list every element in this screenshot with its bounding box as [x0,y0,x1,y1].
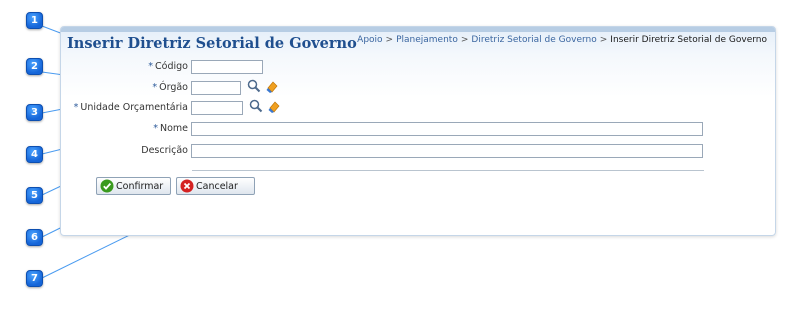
cancelar-button[interactable]: Cancelar [176,177,255,195]
orgao-label: * Órgão [152,82,188,93]
eraser-icon[interactable] [265,80,279,94]
unidade-input[interactable] [191,101,243,115]
breadcrumb: Apoio > Planejamento > Diretriz Setorial de … [357,35,767,45]
form-panel: Inserir Diretriz Setorial de Governo Apo… [60,26,776,236]
form-separator [192,170,704,171]
codigo-label: * Código [148,61,188,72]
required-mark: * [73,102,79,113]
breadcrumb-separator: > [460,35,469,45]
nome-input[interactable] [191,122,703,136]
confirmar-label: Confirmar [116,180,164,192]
callout-4: 4 [26,146,43,163]
required-mark: * [152,82,158,93]
nome-label: * Nome [153,123,188,134]
search-icon[interactable] [249,99,263,113]
panel-header-bar [61,27,775,32]
required-mark: * [153,123,158,134]
breadcrumb-diretriz[interactable]: Diretriz Setorial de Governo [471,35,596,45]
codigo-input[interactable] [191,60,263,74]
cancelar-label: Cancelar [196,180,238,192]
confirmar-button[interactable]: Confirmar [96,177,171,195]
callout-5: 5 [26,187,43,204]
callout-3: 3 [26,104,43,121]
search-icon[interactable] [247,79,261,93]
orgao-input[interactable] [191,81,241,95]
descricao-label: Descrição [141,145,188,156]
breadcrumb-current: Inserir Diretriz Setorial de Governo [610,35,767,45]
callout-2: 2 [26,58,43,75]
check-icon [100,179,114,193]
eraser-icon[interactable] [267,100,281,114]
required-mark: * [148,61,154,72]
callout-1: 1 [26,12,43,29]
breadcrumb-separator: > [599,35,608,45]
callout-7: 7 [26,270,43,287]
breadcrumb-apoio[interactable]: Apoio [357,35,382,45]
page-title: Inserir Diretriz Setorial de Governo [67,35,357,52]
breadcrumb-separator: > [385,35,394,45]
unidade-label: * Unidade Orçamentária [73,102,188,113]
callout-6: 6 [26,229,43,246]
cancel-icon [180,179,194,193]
breadcrumb-planejamento[interactable]: Planejamento [396,35,458,45]
descricao-input[interactable] [191,144,703,158]
